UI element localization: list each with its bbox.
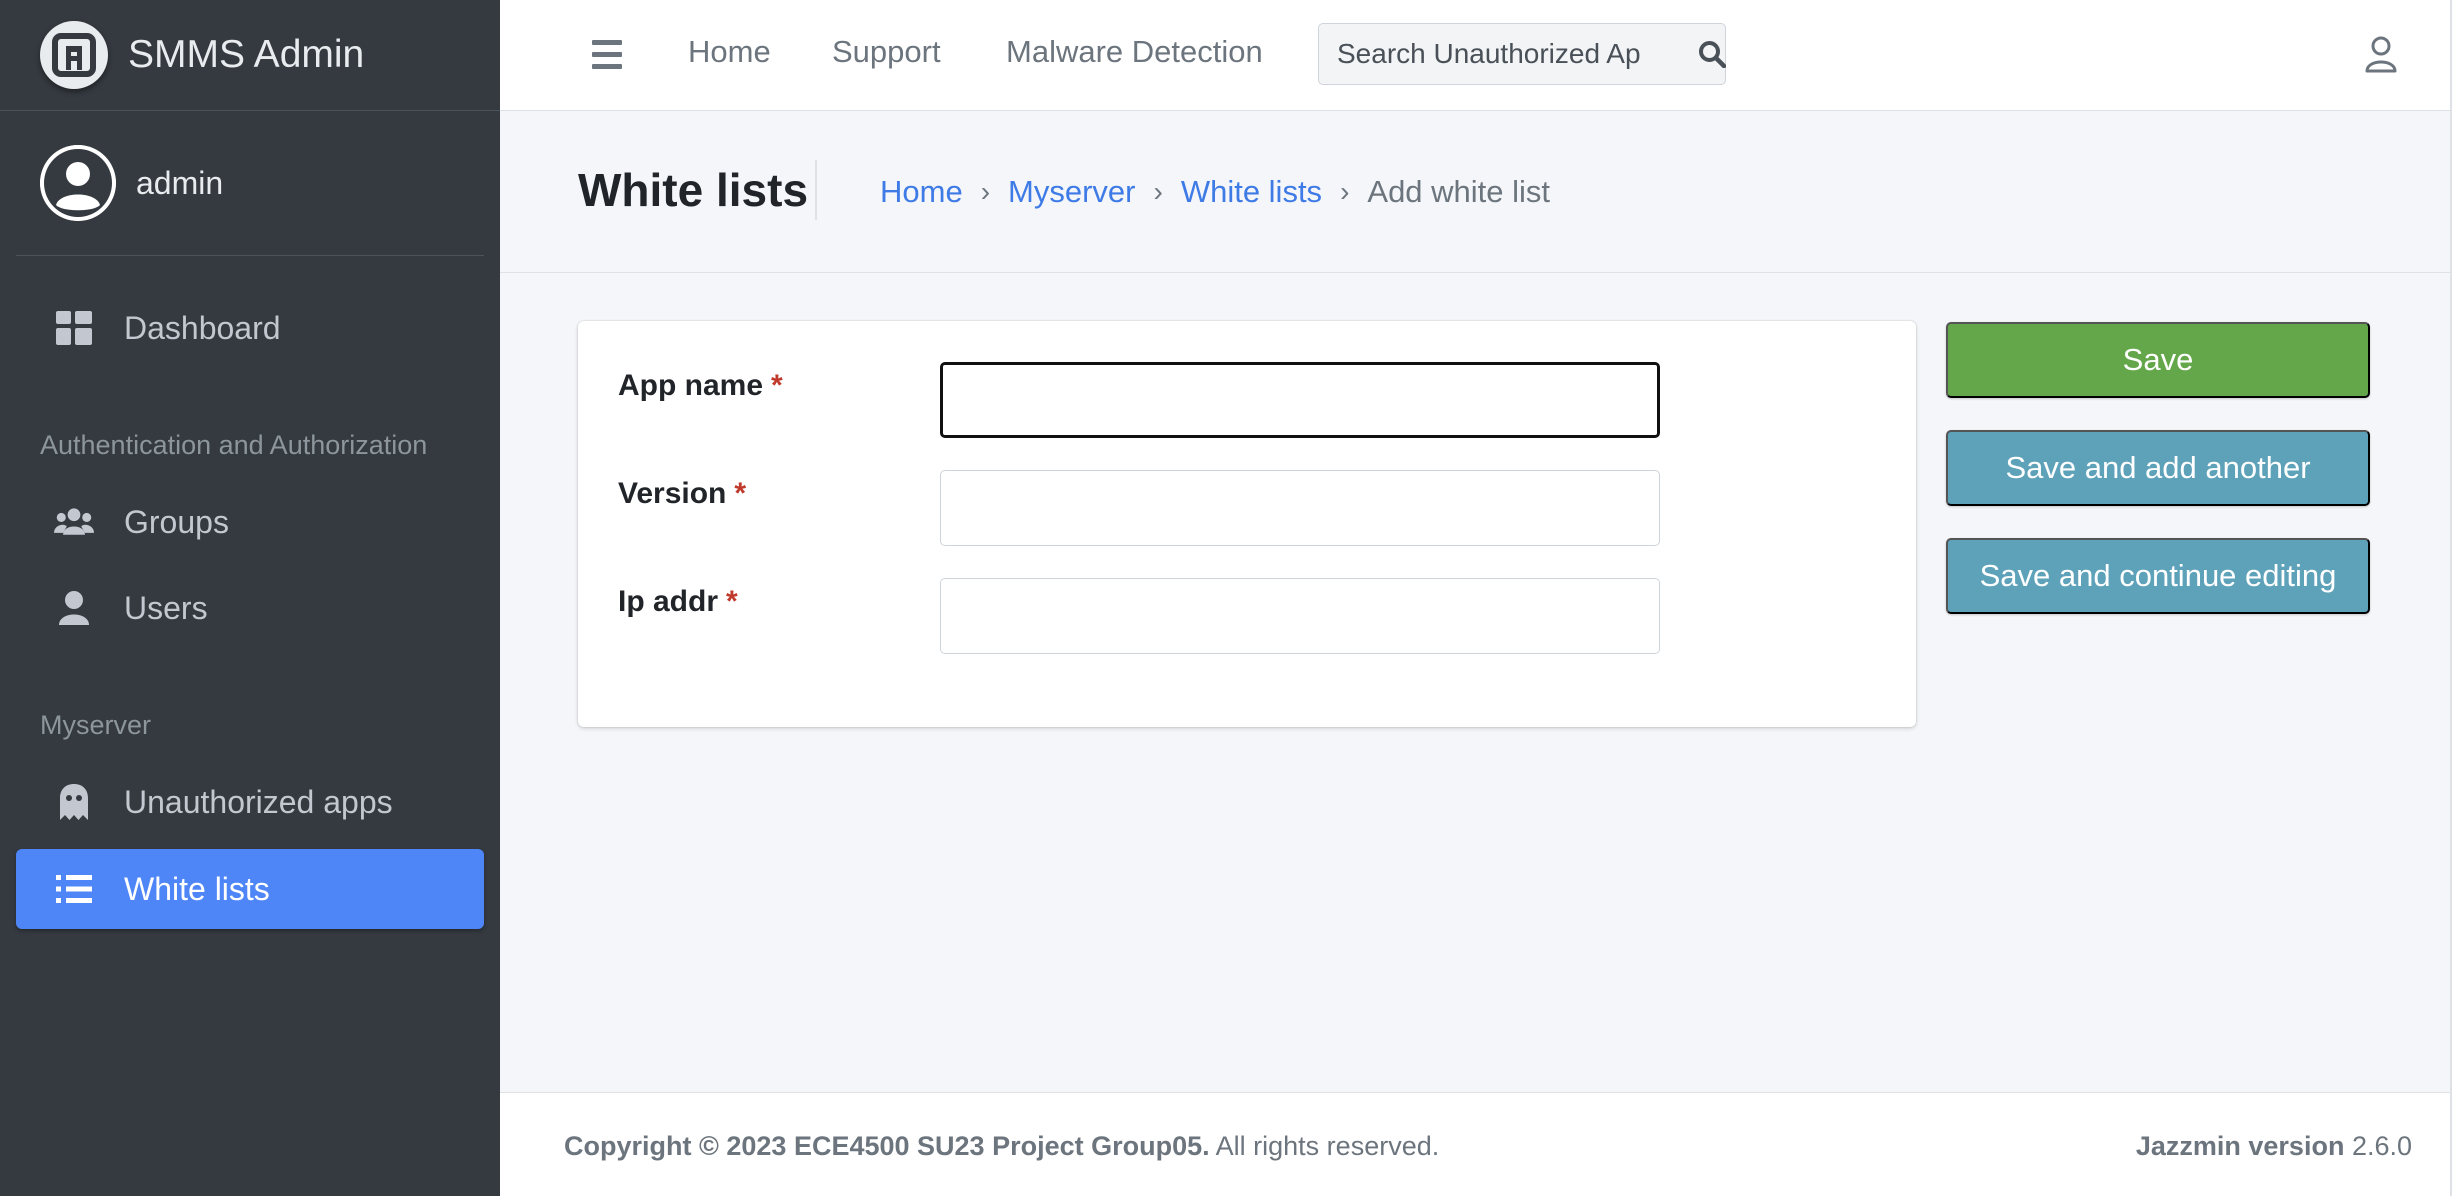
brand-name: SMMS Admin	[128, 33, 365, 76]
ip-addr-label: Ip addr *	[618, 585, 738, 618]
required-mark: *	[726, 585, 738, 618]
dashboard-icon	[54, 308, 94, 348]
list-icon	[54, 869, 94, 909]
ip-addr-input[interactable]	[940, 578, 1660, 654]
hamburger-menu-icon[interactable]	[592, 40, 622, 70]
search-button[interactable]	[1698, 24, 1726, 84]
required-mark: *	[771, 369, 783, 402]
footer-copyright: Copyright © 2023 ECE4500 SU23 Project Gr…	[564, 1131, 1440, 1161]
user-panel[interactable]: admin	[16, 111, 484, 256]
sidebar-item-users[interactable]: Users	[16, 568, 484, 648]
sidebar-item-white-lists[interactable]: White lists	[16, 849, 484, 929]
breadcrumb-white-lists[interactable]: White lists	[1181, 174, 1322, 210]
sidebar-header-myserver: Myserver	[40, 710, 152, 740]
footer: Copyright © 2023 ECE4500 SU23 Project Gr…	[500, 1092, 2452, 1196]
topnav-link-malware-detection[interactable]: Malware Detection	[1006, 34, 1263, 70]
sidebar-item-unauthorized-apps[interactable]: Unauthorized apps	[16, 762, 484, 842]
sidebar-item-label: Dashboard	[124, 309, 281, 346]
brand-logo-icon	[40, 21, 108, 89]
version-label: Version *	[618, 477, 747, 510]
version-input[interactable]	[940, 470, 1660, 546]
save-button[interactable]: Save	[1946, 322, 2370, 398]
user-name: admin	[136, 164, 224, 201]
app-name-input[interactable]	[940, 362, 1660, 438]
sidebar-item-label: Groups	[124, 503, 229, 540]
breadcrumb-home[interactable]: Home	[880, 174, 963, 210]
save-and-continue-button[interactable]: Save and continue editing	[1946, 538, 2370, 614]
search-icon	[1699, 41, 1726, 68]
breadcrumb-separator: ›	[980, 176, 991, 207]
sidebar-item-label: White lists	[124, 870, 270, 907]
user-circle-icon	[40, 145, 116, 221]
ghost-icon	[54, 782, 94, 822]
sidebar: SMMS Admin admin Dashboard Authenticatio…	[0, 0, 500, 1196]
sidebar-item-label: Users	[124, 589, 208, 626]
user-menu-button[interactable]	[2364, 36, 2402, 74]
search-input[interactable]	[1319, 24, 1698, 84]
title-divider	[815, 160, 817, 220]
sidebar-item-label: Unauthorized apps	[124, 783, 393, 820]
breadcrumb-current: Add white list	[1367, 174, 1551, 209]
breadcrumb-separator: ›	[1340, 176, 1350, 207]
sidebar-item-dashboard[interactable]: Dashboard	[16, 288, 484, 368]
sidebar-header-auth: Authentication and Authorization	[40, 430, 428, 460]
topnav-link-home[interactable]: Home	[688, 34, 771, 70]
header-divider	[500, 272, 2452, 273]
required-mark: *	[734, 477, 747, 510]
page-title: White lists	[578, 164, 809, 216]
user-icon	[54, 588, 94, 628]
save-and-add-another-button[interactable]: Save and add another	[1946, 430, 2370, 506]
brand-link[interactable]: SMMS Admin	[0, 0, 500, 111]
sidebar-item-groups[interactable]: Groups	[16, 482, 484, 562]
footer-version: Jazzmin version 2.6.0	[2135, 1131, 2412, 1161]
breadcrumb: Home › Myserver › White lists › Add whit…	[880, 174, 1550, 210]
breadcrumb-myserver[interactable]: Myserver	[1008, 174, 1135, 210]
user-outline-icon	[2365, 36, 2397, 73]
breadcrumb-separator: ›	[1153, 176, 1163, 207]
top-navbar: Home Support Malware Detection	[500, 0, 2452, 111]
app-name-label: App name *	[618, 369, 783, 402]
topnav-link-support[interactable]: Support	[832, 34, 941, 70]
users-group-icon	[54, 502, 94, 542]
white-list-form: App name * Version * Ip addr *	[578, 321, 1916, 727]
search-form	[1318, 23, 1726, 85]
